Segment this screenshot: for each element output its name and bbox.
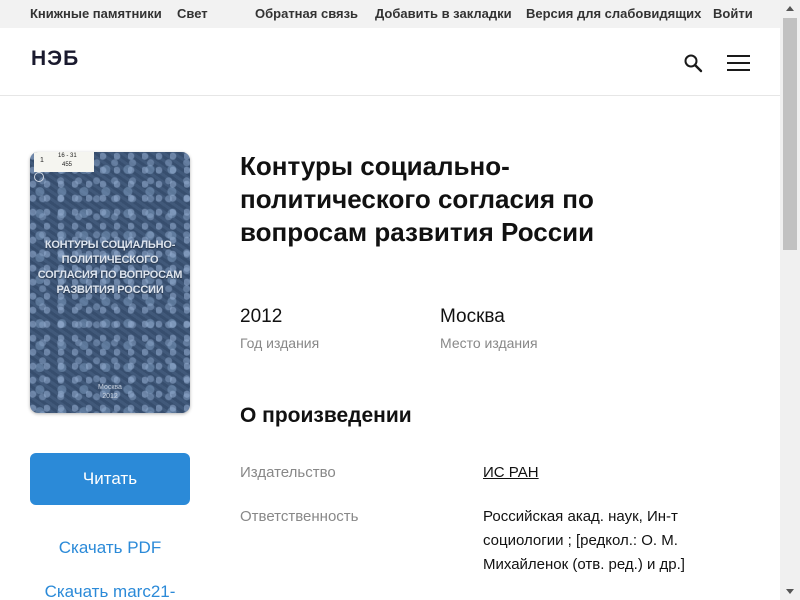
page-scrollbar[interactable]: [780, 0, 800, 600]
publication-place-value: Москва: [440, 306, 505, 327]
cover-city: Москва 2012: [30, 383, 190, 401]
about-heading: О произведении: [240, 404, 412, 427]
cover-label-code-bottom: 455: [62, 162, 73, 168]
cover-title: Контуры социально-политического согласия…: [37, 239, 183, 296]
scroll-down-arrow-icon[interactable]: [780, 583, 800, 600]
hamburger-menu-icon[interactable]: [727, 53, 751, 73]
cover-label-number: 1: [40, 157, 44, 164]
scroll-thumb[interactable]: [783, 18, 797, 250]
download-pdf-link[interactable]: Скачать PDF: [30, 538, 190, 558]
topbar-link-book-monuments[interactable]: Книжные памятники: [30, 6, 162, 21]
read-button[interactable]: Читать: [30, 453, 190, 505]
cover-emblem-icon: [34, 172, 44, 182]
scroll-up-arrow-icon[interactable]: [780, 0, 800, 17]
topbar-link-light[interactable]: Свет: [177, 6, 208, 21]
publication-year-value: 2012: [240, 306, 283, 327]
publisher-label: Издательство: [240, 464, 336, 481]
responsibility-label: Ответственность: [240, 508, 359, 525]
cover-library-label: 1 16 - 31 455: [34, 152, 94, 172]
topbar-link-accessible-version[interactable]: Версия для слабовидящих: [526, 6, 701, 21]
download-marc21-link[interactable]: Скачать marc21-: [30, 582, 190, 600]
cover-year: 2012: [102, 393, 118, 400]
top-utility-bar: Книжные памятники Свет Обратная связь До…: [0, 0, 780, 28]
topbar-link-feedback[interactable]: Обратная связь: [255, 6, 358, 21]
topbar-link-login[interactable]: Войти: [713, 6, 753, 21]
publication-place-label: Место издания: [440, 335, 538, 351]
site-logo[interactable]: НЭБ: [31, 47, 79, 71]
cover-city-name: Москва: [98, 384, 122, 391]
publication-year-label: Год издания: [240, 335, 320, 351]
book-cover: 1 16 - 31 455 Контуры социально-политиче…: [30, 152, 190, 413]
cover-label-code-top: 16 - 31: [58, 153, 77, 159]
book-title: Контуры социально-политического согласия…: [240, 151, 595, 247]
search-icon[interactable]: [683, 53, 705, 75]
topbar-link-bookmarks[interactable]: Добавить в закладки: [375, 6, 512, 21]
page: Книжные памятники Свет Обратная связь До…: [0, 0, 800, 600]
responsibility-value: Российская акад. наук, Ин-т социологии ;…: [483, 508, 685, 573]
site-header: НЭБ: [0, 28, 780, 96]
publisher-link[interactable]: ИС РАН: [483, 461, 723, 485]
